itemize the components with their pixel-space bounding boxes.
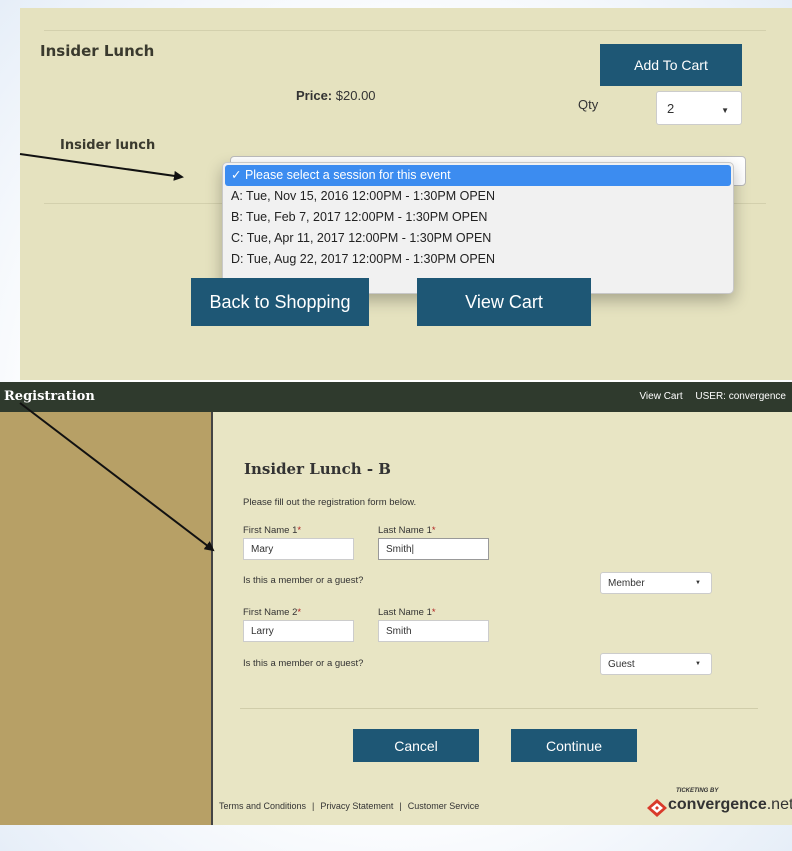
- price-value: $20.00: [335, 88, 376, 103]
- logo-suffix: .net: [766, 796, 792, 813]
- label-text: First Name 1: [243, 525, 298, 536]
- label-text: First Name 2: [243, 607, 298, 618]
- header-links: View Cart USER: convergence: [629, 391, 786, 402]
- member-question-1: Is this a member or a guest?: [243, 575, 364, 586]
- separator: |: [312, 801, 315, 811]
- qty-label: Qty: [578, 97, 599, 112]
- first-name-1-input[interactable]: Mary: [243, 538, 354, 560]
- price-label: Price:: [296, 88, 333, 103]
- label-text: Last Name 1: [378, 525, 432, 536]
- member-guest-select-1[interactable]: Member ▼: [600, 572, 712, 594]
- member-guest-select-2[interactable]: Guest ▼: [600, 653, 712, 675]
- select-value: Member: [608, 577, 645, 589]
- dropdown-option[interactable]: B: Tue, Feb 7, 2017 12:00PM - 1:30PM OPE…: [223, 207, 733, 228]
- last-name-2-label: Last Name 1*: [378, 607, 436, 618]
- footer-links: Terms and Conditions | Privacy Statement | C…: [219, 801, 479, 811]
- add-to-cart-button[interactable]: Add To Cart: [600, 44, 742, 86]
- dropdown-option[interactable]: ✓ Please select a session for this event: [225, 165, 731, 186]
- view-cart-button[interactable]: View Cart: [417, 278, 591, 326]
- price-text: Price: $20.00: [296, 88, 376, 103]
- last-name-1-input[interactable]: Smith|: [378, 538, 489, 560]
- chevron-down-icon: ▼: [695, 661, 701, 667]
- label-text: Last Name 1: [378, 607, 432, 618]
- last-name-2-input[interactable]: Smith: [378, 620, 489, 642]
- required-mark: *: [297, 607, 302, 618]
- last-name-1-label: Last Name 1*: [378, 525, 436, 536]
- first-name-2-input[interactable]: Larry: [243, 620, 354, 642]
- registration-title: Registration: [4, 389, 95, 404]
- dropdown-option[interactable]: A: Tue, Nov 15, 2016 12:00PM - 1:30PM OP…: [223, 186, 733, 207]
- select-value: Guest: [608, 658, 635, 670]
- sidebar: [0, 412, 211, 825]
- form-description: Please fill out the registration form be…: [243, 497, 417, 508]
- required-mark: *: [431, 607, 436, 618]
- first-name-1-label: First Name 1*: [243, 525, 301, 536]
- divider: [240, 708, 758, 709]
- member-question-2: Is this a member or a guest?: [243, 658, 364, 669]
- logo-tagline: TICKETING BY: [676, 788, 719, 794]
- logo-wordmark: convergence.net: [668, 796, 792, 814]
- terms-link[interactable]: Terms and Conditions: [219, 801, 306, 811]
- required-mark: *: [431, 525, 436, 536]
- dropdown-option[interactable]: D: Tue, Aug 22, 2017 12:00PM - 1:30PM OP…: [223, 249, 733, 270]
- event-title: Insider Lunch: [40, 42, 155, 60]
- logo-name: convergence: [668, 796, 767, 813]
- required-mark: *: [297, 525, 302, 536]
- separator: |: [399, 801, 402, 811]
- qty-value: 2: [667, 100, 675, 116]
- session-dropdown[interactable]: ✓ Please select a session for this event…: [222, 162, 734, 294]
- logo-icon: [647, 799, 667, 817]
- chevron-down-icon: ▼: [721, 106, 729, 115]
- user-label: USER: convergence: [695, 391, 786, 402]
- view-cart-link[interactable]: View Cart: [639, 391, 682, 402]
- registration-header: Registration View Cart USER: convergence: [0, 382, 792, 412]
- continue-button[interactable]: Continue: [511, 729, 637, 762]
- privacy-link[interactable]: Privacy Statement: [320, 801, 393, 811]
- customer-service-link[interactable]: Customer Service: [408, 801, 480, 811]
- session-label: Insider lunch: [60, 138, 156, 153]
- form-title: Insider Lunch - B: [244, 460, 391, 478]
- back-to-shopping-button[interactable]: Back to Shopping: [191, 278, 369, 326]
- dropdown-option[interactable]: C: Tue, Apr 11, 2017 12:00PM - 1:30PM OP…: [223, 228, 733, 249]
- cancel-button[interactable]: Cancel: [353, 729, 479, 762]
- divider: [44, 30, 766, 31]
- chevron-down-icon: ▼: [695, 580, 701, 586]
- first-name-2-label: First Name 2*: [243, 607, 301, 618]
- qty-select[interactable]: 2 ▼: [656, 91, 742, 125]
